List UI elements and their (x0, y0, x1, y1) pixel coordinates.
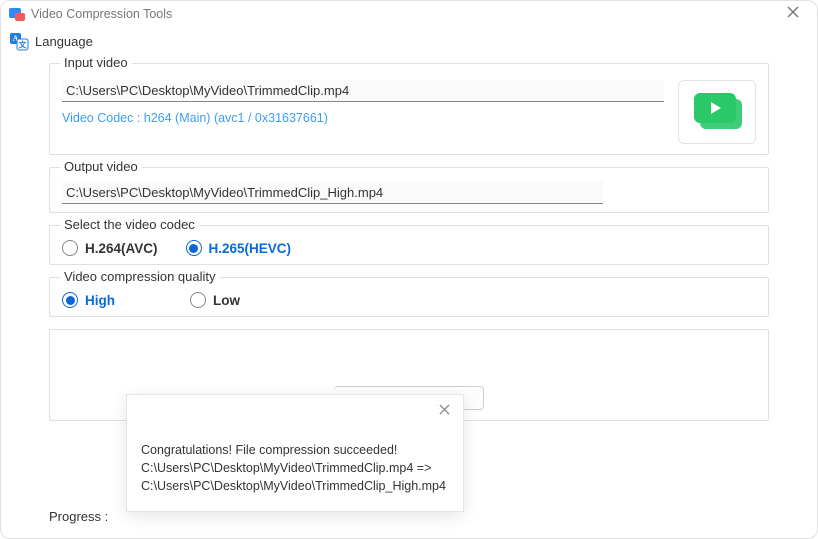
progress-label: Progress : (49, 509, 108, 524)
popup-message: Congratulations! File compression succee… (141, 441, 449, 495)
output-video-path[interactable] (62, 182, 603, 204)
radio-icon (62, 292, 78, 308)
popup-line1: Congratulations! File compression succee… (141, 441, 449, 459)
window-title: Video Compression Tools (31, 7, 172, 21)
codec-h265-label: H.265(HEVC) (209, 241, 292, 256)
input-video-group: Input video Video Codec : h264 (Main) (a… (49, 63, 769, 155)
output-video-group: Output video (49, 167, 769, 213)
svg-text:文: 文 (19, 40, 28, 50)
quality-low-radio[interactable]: Low (190, 292, 240, 308)
codec-h264-radio[interactable]: H.264(AVC) (62, 240, 158, 256)
titlebar: Video Compression Tools (1, 1, 817, 27)
popup-line2: C:\Users\PC\Desktop\MyVideo\TrimmedClip.… (141, 459, 449, 477)
output-video-legend: Output video (60, 159, 142, 174)
app-icon (9, 6, 25, 22)
codec-h265-radio[interactable]: H.265(HEVC) (186, 240, 292, 256)
translate-icon: A 文 (9, 31, 29, 51)
video-stack-icon (694, 93, 740, 129)
quality-legend: Video compression quality (60, 269, 220, 284)
close-icon (787, 6, 799, 18)
codec-h264-label: H.264(AVC) (85, 241, 158, 256)
quality-group: Video compression quality High Low (49, 277, 769, 317)
input-codec-info: Video Codec : h264 (Main) (avc1 / 0x3163… (62, 111, 328, 125)
radio-icon (190, 292, 206, 308)
codec-legend: Select the video codec (60, 217, 199, 232)
quality-low-label: Low (213, 293, 240, 308)
codec-group: Select the video codec H.264(AVC) H.265(… (49, 225, 769, 265)
input-video-path[interactable] (62, 80, 664, 102)
success-popup: Congratulations! File compression succee… (126, 394, 464, 512)
input-video-legend: Input video (60, 55, 132, 70)
app-window: Video Compression Tools A 文 Language Inp… (0, 0, 818, 539)
open-video-button[interactable] (678, 80, 756, 144)
radio-icon (186, 240, 202, 256)
language-label: Language (35, 34, 93, 49)
language-menu[interactable]: A 文 Language (1, 27, 817, 55)
close-icon (439, 404, 450, 415)
radio-icon (62, 240, 78, 256)
popup-close-button[interactable] (434, 402, 455, 418)
close-button[interactable] (781, 5, 805, 22)
popup-line3: C:\Users\PC\Desktop\MyVideo\TrimmedClip_… (141, 477, 449, 495)
main-content: Input video Video Codec : h264 (Main) (a… (1, 55, 817, 421)
quality-high-label: High (85, 293, 115, 308)
quality-high-radio[interactable]: High (62, 292, 162, 308)
